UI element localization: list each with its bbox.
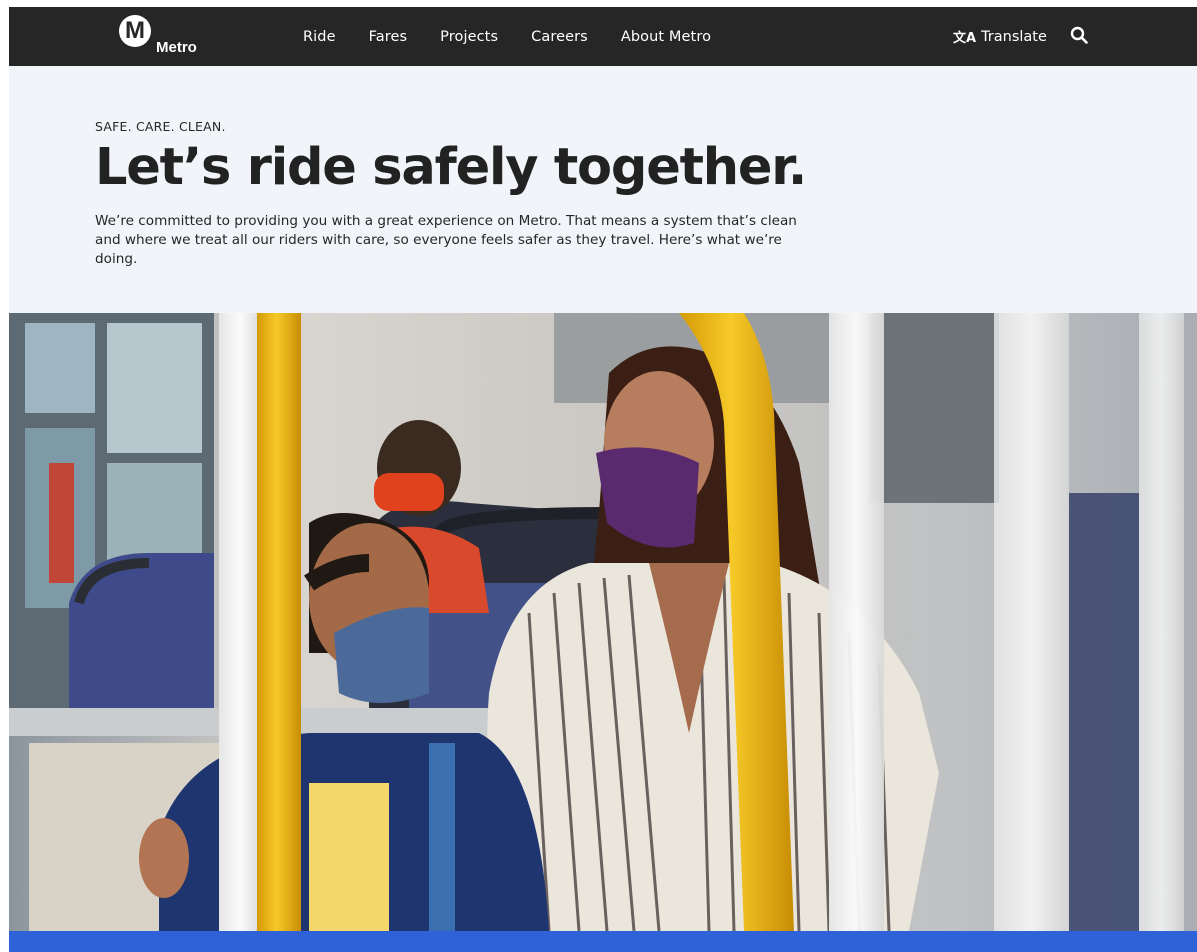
nav-careers[interactable]: Careers — [531, 29, 588, 45]
nav-projects[interactable]: Projects — [440, 29, 498, 45]
primary-nav: Ride Fares Projects Careers About Metro — [303, 7, 744, 66]
metro-logo-wordmark: Metro — [156, 39, 197, 56]
translate-label: Translate — [981, 28, 1047, 45]
page: M Metro Ride Fares Projects Careers Abou… — [9, 7, 1197, 952]
hero-headline: Let’s ride safely together. — [95, 138, 807, 197]
nav-fares[interactable]: Fares — [369, 29, 408, 45]
nav-about-metro[interactable]: About Metro — [621, 29, 711, 45]
metro-logo-mark: M — [119, 15, 151, 47]
bottom-accent-band — [9, 931, 1197, 952]
hero-photo — [9, 313, 1197, 931]
hero-section: SAFE. CARE. CLEAN. Let’s ride safely tog… — [9, 66, 1197, 313]
hero-eyebrow: SAFE. CARE. CLEAN. — [95, 119, 226, 134]
translate-button[interactable]: 文A Translate — [953, 7, 1047, 66]
search-icon[interactable] — [1069, 25, 1091, 47]
translate-icon: 文A — [953, 31, 977, 46]
hero-intro: We’re committed to providing you with a … — [95, 213, 797, 267]
nav-ride[interactable]: Ride — [303, 29, 336, 45]
top-nav: M Metro Ride Fares Projects Careers Abou… — [9, 7, 1197, 66]
